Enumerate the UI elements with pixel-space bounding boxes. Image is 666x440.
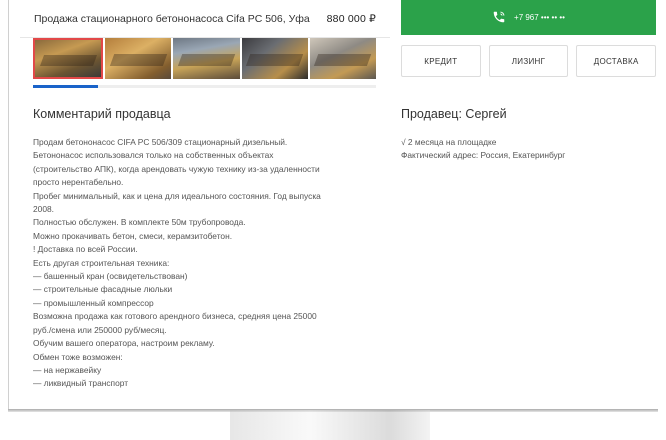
- comment-line: — башенный кран (освидетельствован): [33, 271, 188, 282]
- page-below-content: [230, 410, 430, 440]
- comment-line: Обмен тоже возможен:: [33, 351, 123, 362]
- call-button-phone: +7 967 ••• •• ••: [514, 13, 565, 22]
- gallery-thumbnail[interactable]: [241, 38, 308, 79]
- delivery-button[interactable]: ДОСТАВКА: [576, 45, 657, 77]
- financing-actions: КРЕДИТ ЛИЗИНГ ДОСТАВКА: [401, 45, 657, 77]
- comment-line: Полностью обслужен. В комплекте 50м труб…: [33, 217, 246, 228]
- leasing-button[interactable]: ЛИЗИНГ: [488, 45, 569, 77]
- comment-line: — ликвидный транспорт: [33, 378, 129, 389]
- comment-line: Пробег минимальный, как и цена для идеал…: [33, 190, 321, 201]
- comment-line: Обучим вашего оператора, настроим реклам…: [33, 338, 215, 349]
- seller-since: √ 2 месяца на площадке: [401, 137, 497, 147]
- sticky-listing-header: Продажа стационарного бетононасоса Cifa …: [20, 0, 390, 38]
- phone-icon: [492, 10, 506, 26]
- listing-title: Продажа стационарного бетононасоса Cifa …: [34, 12, 310, 25]
- comment-line: — строительные фасадные люльки: [33, 284, 173, 295]
- seller-address: Фактический адрес: Россия, Екатеринбург: [401, 150, 566, 161]
- comment-line: Возможна продажа как готового арендного …: [33, 311, 317, 322]
- gallery-thumbnail[interactable]: [173, 38, 240, 79]
- call-button[interactable]: +7 967 ••• •• ••: [401, 0, 656, 35]
- photo-gallery: [33, 38, 377, 79]
- comment-line: Есть другая строительная техника:: [33, 257, 170, 268]
- credit-button[interactable]: КРЕДИТ: [401, 45, 481, 77]
- comment-line: (строительство АПК), когда арендовать чу…: [33, 163, 320, 174]
- seller-comment-heading: Комментарий продавца: [33, 107, 171, 121]
- gallery-scroll-indicator[interactable]: [33, 85, 376, 88]
- listing-price: 880 000 ₽: [326, 12, 376, 25]
- page-left-border: [8, 0, 9, 412]
- comment-line: Бетононасос использовался только на собс…: [33, 150, 274, 161]
- comment-line: руб./смена или 250000 руб/месяц.: [33, 324, 167, 335]
- comment-line: — на нержавейку: [33, 364, 102, 375]
- gallery-thumbnail-selected[interactable]: [33, 38, 104, 79]
- comment-line: ! Доставка по всей России.: [33, 244, 138, 255]
- gallery-scroll-indicator-fill: [33, 85, 99, 88]
- gallery-thumbnail[interactable]: [309, 38, 377, 79]
- comment-line: 2008.: [33, 204, 54, 215]
- comment-line: — промышленный компрессор: [33, 297, 154, 308]
- gallery-thumbnail[interactable]: [105, 38, 172, 79]
- comment-line: просто нерентабельно.: [33, 177, 124, 188]
- seller-heading: Продавец: Сергей: [401, 107, 507, 121]
- comment-line: Продам бетононасос CIFA PC 506/309 стаци…: [33, 137, 288, 147]
- seller-info: √ 2 месяца на площадке Фактический адрес…: [401, 136, 565, 163]
- comment-line: Можно прокачивать бетон, смеси, керамзит…: [33, 230, 233, 241]
- seller-comment-text: Продам бетононасос CIFA PC 506/309 стаци…: [33, 136, 363, 391]
